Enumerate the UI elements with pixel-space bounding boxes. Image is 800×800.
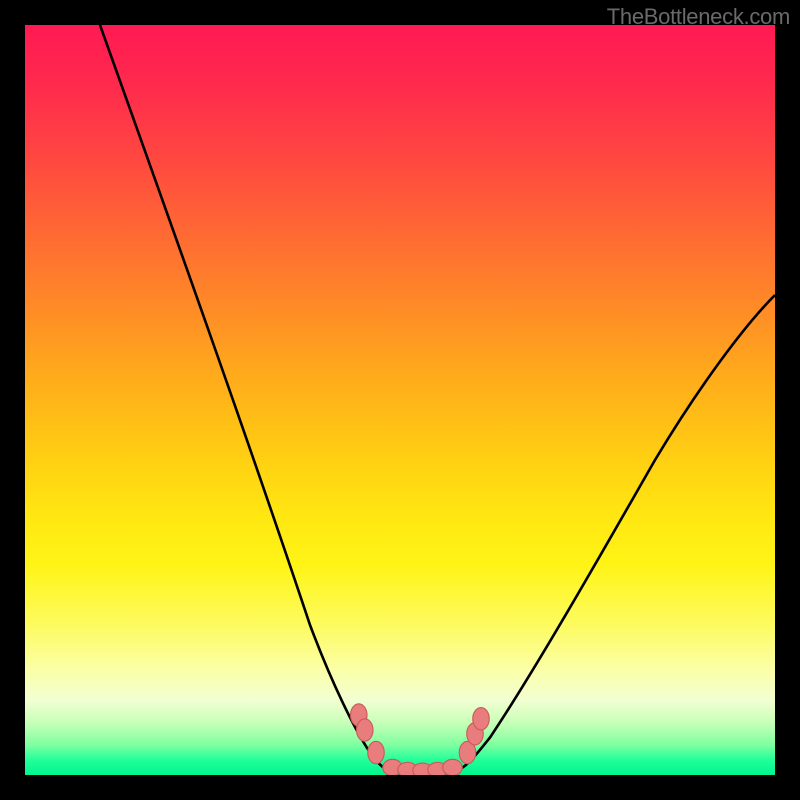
chart-frame: TheBottleneck.com	[0, 0, 800, 800]
watermark-text: TheBottleneck.com	[607, 4, 790, 30]
dot	[357, 719, 374, 742]
dot	[443, 759, 463, 775]
curve-right	[456, 295, 775, 771]
curve-left	[100, 25, 389, 771]
dot	[473, 708, 490, 731]
dot	[368, 741, 385, 764]
bottleneck-curve	[25, 25, 775, 775]
plot-area	[25, 25, 775, 775]
